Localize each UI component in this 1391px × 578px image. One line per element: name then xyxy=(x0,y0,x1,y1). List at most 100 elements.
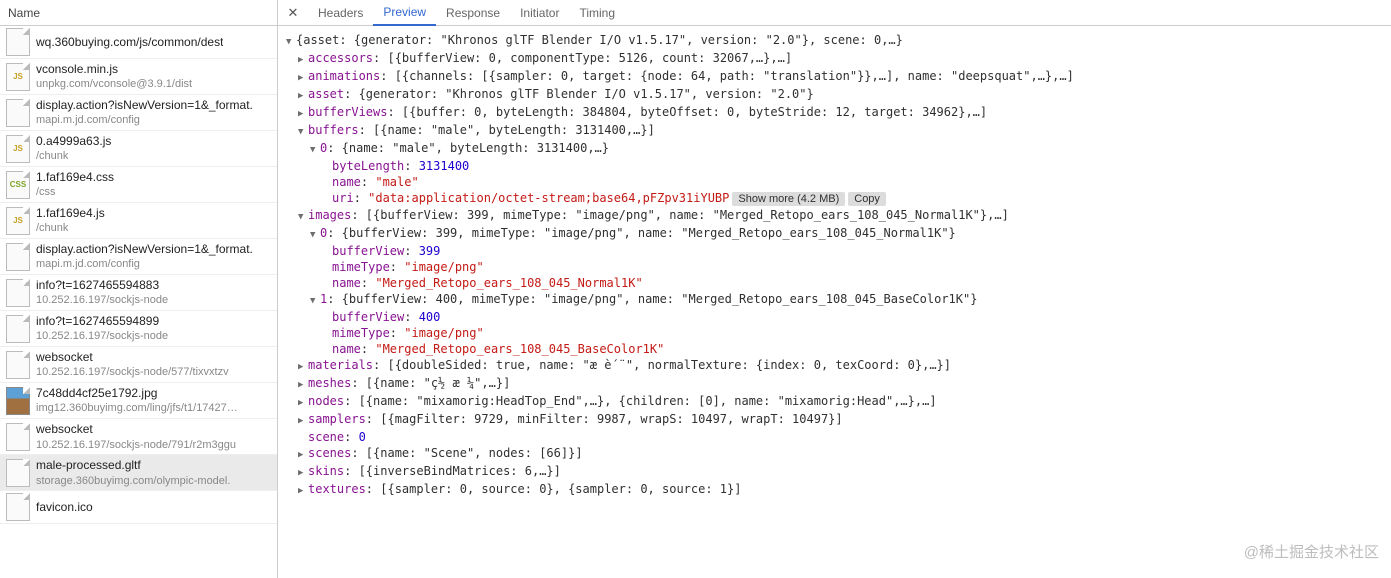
tree-node[interactable]: {asset: {generator: "Khronos glTF Blende… xyxy=(278,32,1391,50)
token-prop: images xyxy=(308,208,351,222)
file-row[interactable]: wq.360buying.com/js/common/dest xyxy=(0,26,277,59)
file-row[interactable]: JS1.faf169e4.js/chunk xyxy=(0,203,277,239)
token-plain: : {bufferView: 400, mimeType: "image/png… xyxy=(327,292,977,306)
show-more-button[interactable]: Show more (4.2 MB) xyxy=(732,192,845,206)
token-prop: scene xyxy=(308,430,344,444)
json-preview[interactable]: {asset: {generator: "Khronos glTF Blende… xyxy=(278,26,1391,578)
tree-node[interactable]: 0: {name: "male", byteLength: 3131400,…} xyxy=(278,140,1391,158)
token-prop: textures xyxy=(308,482,366,496)
expand-arrow-icon[interactable] xyxy=(298,445,308,463)
token-plain: : xyxy=(344,430,358,444)
file-name: 1.faf169e4.js xyxy=(36,205,105,221)
tree-node[interactable]: 0: {bufferView: 399, mimeType: "image/pn… xyxy=(278,225,1391,243)
token-plain: {asset: {generator: "Khronos glTF Blende… xyxy=(296,33,903,47)
expand-arrow-icon[interactable] xyxy=(298,122,308,140)
expand-arrow-icon[interactable] xyxy=(286,32,296,50)
tree-node[interactable]: animations: [{channels: [{sampler: 0, ta… xyxy=(278,68,1391,86)
file-row[interactable]: websocket10.252.16.197/sockjs-node/791/r… xyxy=(0,419,277,455)
token-plain: : [{name: "male", byteLength: 3131400,…}… xyxy=(359,123,655,137)
expand-arrow-icon[interactable] xyxy=(310,291,320,309)
file-row[interactable]: display.action?isNewVersion=1&_format.ma… xyxy=(0,239,277,275)
tree-node[interactable]: samplers: [{magFilter: 9729, minFilter: … xyxy=(278,411,1391,429)
tree-node[interactable]: accessors: [{bufferView: 0, componentTyp… xyxy=(278,50,1391,68)
token-prop: nodes xyxy=(308,394,344,408)
token-plain: : [{name: "mixamorig:HeadTop_End",…}, {c… xyxy=(344,394,936,408)
file-row[interactable]: info?t=162746559489910.252.16.197/sockjs… xyxy=(0,311,277,347)
js-file-icon: JS xyxy=(6,135,30,163)
token-prop: bufferView xyxy=(332,310,404,324)
file-row[interactable]: male-processed.gltfstorage.360buyimg.com… xyxy=(0,455,277,491)
token-plain: : xyxy=(404,310,418,324)
file-row[interactable]: websocket10.252.16.197/sockjs-node/577/t… xyxy=(0,347,277,383)
token-plain: : {name: "male", byteLength: 3131400,…} xyxy=(327,141,609,155)
expand-arrow-icon[interactable] xyxy=(298,104,308,122)
token-plain: : xyxy=(404,159,418,173)
token-num: 400 xyxy=(419,310,441,324)
token-prop: skins xyxy=(308,464,344,478)
tree-node: name: "male" xyxy=(278,174,1391,190)
file-row[interactable]: display.action?isNewVersion=1&_format.ma… xyxy=(0,95,277,131)
expand-arrow-icon[interactable] xyxy=(298,50,308,68)
tree-node[interactable]: buffers: [{name: "male", byteLength: 313… xyxy=(278,122,1391,140)
token-prop: scenes xyxy=(308,446,351,460)
tree-node: bufferView: 399 xyxy=(278,243,1391,259)
expand-arrow-icon[interactable] xyxy=(298,481,308,499)
main-panel: ✕ HeadersPreviewResponseInitiatorTiming … xyxy=(278,0,1391,578)
expand-arrow-icon[interactable] xyxy=(298,207,308,225)
tab-timing[interactable]: Timing xyxy=(569,0,625,26)
js-file-icon: JS xyxy=(6,207,30,235)
file-row[interactable]: CSS1.faf169e4.css/css xyxy=(0,167,277,203)
token-plain: : [{bufferView: 0, componentType: 5126, … xyxy=(373,51,792,65)
file-name: websocket xyxy=(36,421,236,437)
file-row[interactable]: info?t=162746559488310.252.16.197/sockjs… xyxy=(0,275,277,311)
file-list[interactable]: wq.360buying.com/js/common/destJSvconsol… xyxy=(0,26,277,578)
token-prop: bufferView xyxy=(332,244,404,258)
tree-node[interactable]: skins: [{inverseBindMatrices: 6,…}] xyxy=(278,463,1391,481)
tree-node[interactable]: scenes: [{name: "Scene", nodes: [66]}] xyxy=(278,445,1391,463)
expand-arrow-icon[interactable] xyxy=(298,357,308,375)
tree-node[interactable]: materials: [{doubleSided: true, name: "æ… xyxy=(278,357,1391,375)
file-subtitle: 10.252.16.197/sockjs-node/577/tixvxtzv xyxy=(36,365,229,380)
file-name: wq.360buying.com/js/common/dest xyxy=(36,34,223,50)
expand-arrow-icon[interactable] xyxy=(298,463,308,481)
tree-node[interactable]: textures: [{sampler: 0, source: 0}, {sam… xyxy=(278,481,1391,499)
tab-headers[interactable]: Headers xyxy=(308,0,373,26)
file-name: display.action?isNewVersion=1&_format. xyxy=(36,97,253,113)
file-row[interactable]: 7c48dd4cf25e1792.jpgimg12.360buyimg.com/… xyxy=(0,383,277,419)
expand-arrow-icon[interactable] xyxy=(298,68,308,86)
plain-file-icon xyxy=(6,99,30,127)
copy-button[interactable]: Copy xyxy=(848,192,886,206)
expand-arrow-icon[interactable] xyxy=(310,140,320,158)
file-name: display.action?isNewVersion=1&_format. xyxy=(36,241,253,257)
token-plain: : xyxy=(354,191,368,205)
token-prop: name xyxy=(332,276,361,290)
file-row[interactable]: JS0.a4999a63.js/chunk xyxy=(0,131,277,167)
tab-initiator[interactable]: Initiator xyxy=(510,0,569,26)
tree-node[interactable]: asset: {generator: "Khronos glTF Blender… xyxy=(278,86,1391,104)
expand-arrow-icon[interactable] xyxy=(298,411,308,429)
tree-node[interactable]: meshes: [{name: "ç½ æ ¼",…}] xyxy=(278,375,1391,393)
token-str: "data:application/octet-stream;base64,pF… xyxy=(368,191,729,205)
tree-node[interactable]: images: [{bufferView: 399, mimeType: "im… xyxy=(278,207,1391,225)
expand-arrow-icon[interactable] xyxy=(298,393,308,411)
expand-arrow-icon[interactable] xyxy=(298,86,308,104)
expand-arrow-icon[interactable] xyxy=(298,375,308,393)
expand-arrow-icon[interactable] xyxy=(310,225,320,243)
plain-file-icon xyxy=(6,315,30,343)
file-row[interactable]: JSvconsole.min.jsunpkg.com/vconsole@3.9.… xyxy=(0,59,277,95)
plain-file-icon xyxy=(6,28,30,56)
file-row[interactable]: favicon.ico xyxy=(0,491,277,524)
tree-node[interactable]: nodes: [{name: "mixamorig:HeadTop_End",…… xyxy=(278,393,1391,411)
plain-file-icon xyxy=(6,493,30,521)
token-plain: : [{channels: [{sampler: 0, target: {nod… xyxy=(380,69,1074,83)
close-icon[interactable]: ✕ xyxy=(284,4,302,22)
token-prop: animations xyxy=(308,69,380,83)
tree-node[interactable]: 1: {bufferView: 400, mimeType: "image/pn… xyxy=(278,291,1391,309)
sidebar-header-label: Name xyxy=(8,6,40,20)
tab-preview[interactable]: Preview xyxy=(373,0,436,26)
file-name: vconsole.min.js xyxy=(36,61,192,77)
tree-node[interactable]: bufferViews: [{buffer: 0, byteLength: 38… xyxy=(278,104,1391,122)
tab-response[interactable]: Response xyxy=(436,0,510,26)
token-plain: : [{magFilter: 9729, minFilter: 9987, wr… xyxy=(366,412,843,426)
token-plain: : [{doubleSided: true, name: "æ è´¨", no… xyxy=(373,358,951,372)
